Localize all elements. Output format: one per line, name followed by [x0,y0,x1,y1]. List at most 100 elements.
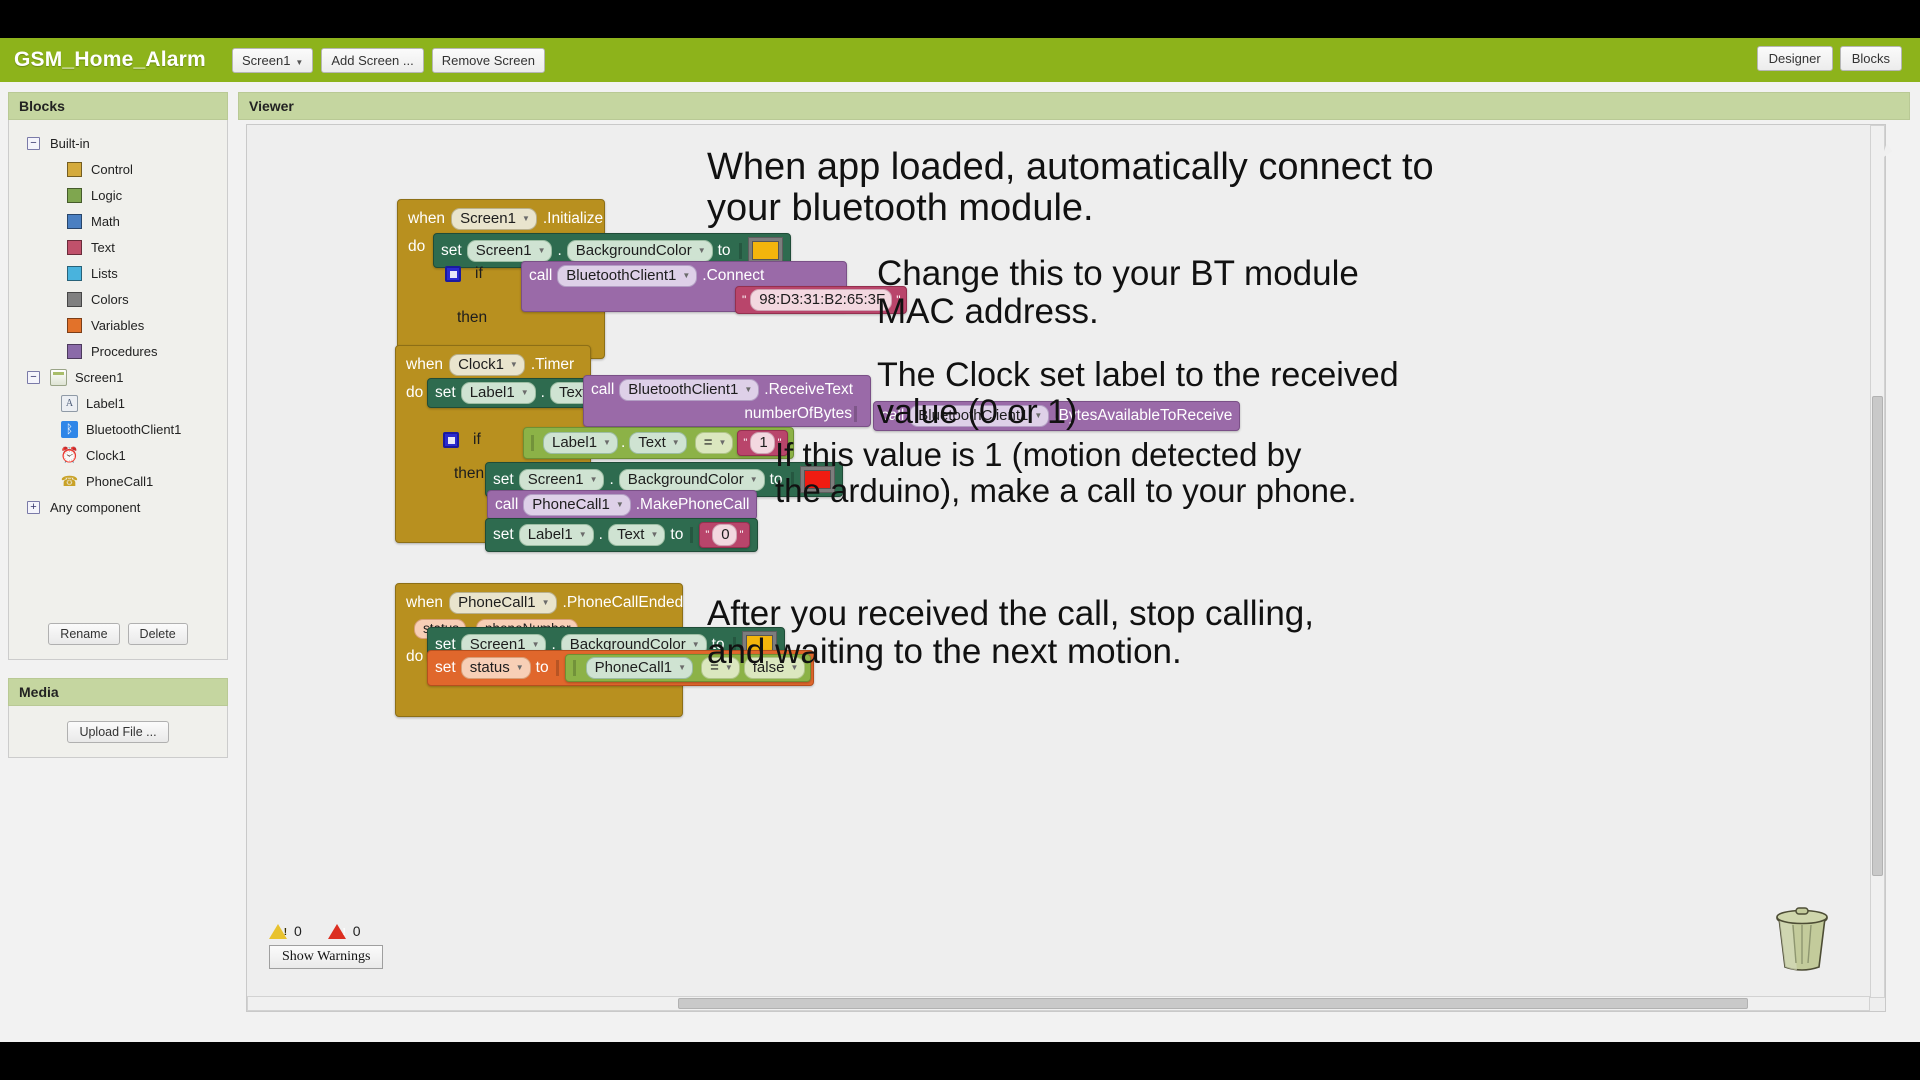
blocks-panel-header: Blocks [8,92,228,120]
vertical-scrollbar-thumb[interactable] [1872,396,1883,876]
do-keyword: do [406,648,424,665]
tree-label-screen1: Screen1 [75,369,124,385]
socket-notch [572,660,580,676]
viewer-panel-header: Viewer [238,92,1910,120]
mutator-icon[interactable] [445,266,461,282]
chevron-down-icon: ▼ [749,474,758,484]
tree-item-logic[interactable]: Logic [9,182,227,208]
set-property-field[interactable]: BackgroundColor ▼ [566,239,713,262]
event-component-field[interactable]: Screen1 ▼ [451,208,537,230]
tree-item-phonecall1[interactable]: ☎ PhoneCall1 [9,468,227,494]
set-property-field[interactable]: BackgroundColor ▼ [618,468,765,491]
call-component-field[interactable]: PhoneCall1 ▼ [523,494,631,516]
operator-field[interactable]: = ▼ [694,432,734,454]
chevron-down-icon: ▼ [531,639,540,649]
tree-label-procedures: Procedures [91,343,158,359]
event-component-field[interactable]: Clock1 ▼ [449,354,525,376]
trash-can-icon[interactable] [1771,905,1833,971]
event-name: .Initialize [542,210,604,227]
block-if-control-2[interactable]: if [443,431,481,449]
call-method-name: .MakePhoneCall [635,496,750,513]
block-if-control[interactable]: if [445,265,483,283]
rename-button[interactable]: Rename [48,623,120,645]
block-then-slot: then [457,309,487,327]
screen-selector-label: Screen1 [242,52,291,68]
tree-node-screen1[interactable]: − Screen1 [9,364,227,390]
tree-item-math[interactable]: Math [9,208,227,234]
set-property-field[interactable]: Text▼ [607,524,666,546]
chevron-down-icon: ▼ [589,474,598,484]
block-set-label1-text-zero[interactable]: set Label1 ▼ . Text ▼ to " 0 " [485,518,758,552]
blocks-button[interactable]: Blocks [1839,46,1902,71]
tree-item-text[interactable]: Text [9,234,227,260]
compare-value-field[interactable]: 1 [750,432,775,454]
block-call-bluetooth-receivetext[interactable]: call BluetoothClient1 ▼ .ReceiveText numb… [583,375,871,427]
add-screen-button[interactable]: Add Screen ... [321,47,424,73]
when-keyword: when [408,210,446,227]
mutator-icon[interactable] [443,432,459,448]
media-panel-header: Media [8,678,228,706]
call-keyword: call [529,267,553,284]
warning-indicator: ! 0 [269,923,302,939]
tree-item-procedures[interactable]: Procedures [9,338,227,364]
set-component-field[interactable]: Label1 ▼ [518,524,594,546]
upload-file-button[interactable]: Upload File ... [67,720,169,743]
set-keyword: set [441,241,462,259]
delete-button[interactable]: Delete [127,623,188,645]
chevron-down-icon: ▼ [718,438,727,447]
tree-node-any-component[interactable]: + Any component [9,494,227,520]
call-component-field[interactable]: BluetoothClient1 ▼ [557,265,698,287]
expand-toggle-icon[interactable]: + [27,500,40,514]
blocks-viewer[interactable]: when Screen1 ▼ .Initialize do set Screen1… [246,124,1886,1012]
block-text-zero[interactable]: " 0 " [699,522,750,548]
block-comparison-equals[interactable]: Label1 ▼ . Text ▼ = ▼ " 1 " [523,427,794,459]
chevron-down-icon: ▼ [691,639,700,649]
chevron-down-icon: ▼ [671,438,680,447]
tree-item-variables[interactable]: Variables [9,312,227,338]
remove-screen-button[interactable]: Remove Screen [431,47,545,73]
set-component-field[interactable]: Label1 ▼ [460,382,536,404]
dot-separator: . [598,526,603,543]
socket-notch [531,435,538,451]
tree-item-clock1[interactable]: ⏰ Clock1 [9,442,227,468]
collapse-toggle-icon[interactable]: − [27,370,40,384]
collapse-toggle-icon[interactable]: − [27,136,40,150]
compare-component-field[interactable]: PhoneCall1 ▼ [585,657,694,679]
chevron-down-icon: ▼ [295,57,304,67]
set-component-field[interactable]: Screen1 ▼ [518,468,605,491]
view-toggle-group: Designer Blocks [1750,46,1902,71]
compare-component-field[interactable]: Label1 ▼ [543,432,618,454]
tree-item-lists[interactable]: Lists [9,260,227,286]
tree-item-control[interactable]: Control [9,156,227,182]
compare-property-field[interactable]: Text ▼ [629,432,687,454]
error-indicator: ! 0 [327,923,361,939]
blocks-tree: − Built-in Control Logic Math Text Lists… [9,120,227,520]
tree-label-math: Math [91,213,120,229]
text-color-swatch [67,239,82,255]
block-call-makephonecall[interactable]: call PhoneCall1 ▼ .MakePhoneCall [487,490,758,520]
event-component-field[interactable]: PhoneCall1 ▼ [449,592,557,614]
to-keyword: to [535,659,549,676]
show-warnings-button[interactable]: Show Warnings [269,945,384,969]
text-value-field[interactable]: 0 [712,524,737,546]
call-component-field[interactable]: BluetoothClient1 ▼ [619,379,760,401]
tree-label-clock1: Clock1 [86,447,126,463]
variable-name-field[interactable]: status ▼ [460,657,531,679]
horizontal-scrollbar-thumb[interactable] [678,998,1748,1009]
set-keyword: set [493,526,514,543]
horizontal-scrollbar[interactable] [247,996,1870,1011]
media-panel: Upload File ... [8,706,228,758]
tree-node-builtin[interactable]: − Built-in [9,130,227,156]
mac-address-field[interactable]: 98:D3:31:B2:65:3F [750,289,893,311]
color-block[interactable] [747,237,783,264]
tree-item-colors[interactable]: Colors [9,286,227,312]
tree-item-bluetoothclient1[interactable]: ᛒ BluetoothClient1 [9,416,227,442]
vertical-scrollbar[interactable] [1870,125,1885,998]
set-keyword: set [435,384,456,401]
screen-selector-dropdown[interactable]: Screen1 ▼ [232,47,314,73]
set-component-field[interactable]: Screen1 ▼ [466,239,553,262]
designer-button[interactable]: Designer [1756,46,1833,71]
tree-item-label1[interactable]: A Label1 [9,390,227,416]
color-swatch-yellow[interactable] [751,241,779,260]
blocks-canvas[interactable]: when Screen1 ▼ .Initialize do set Screen1… [247,125,1885,1011]
